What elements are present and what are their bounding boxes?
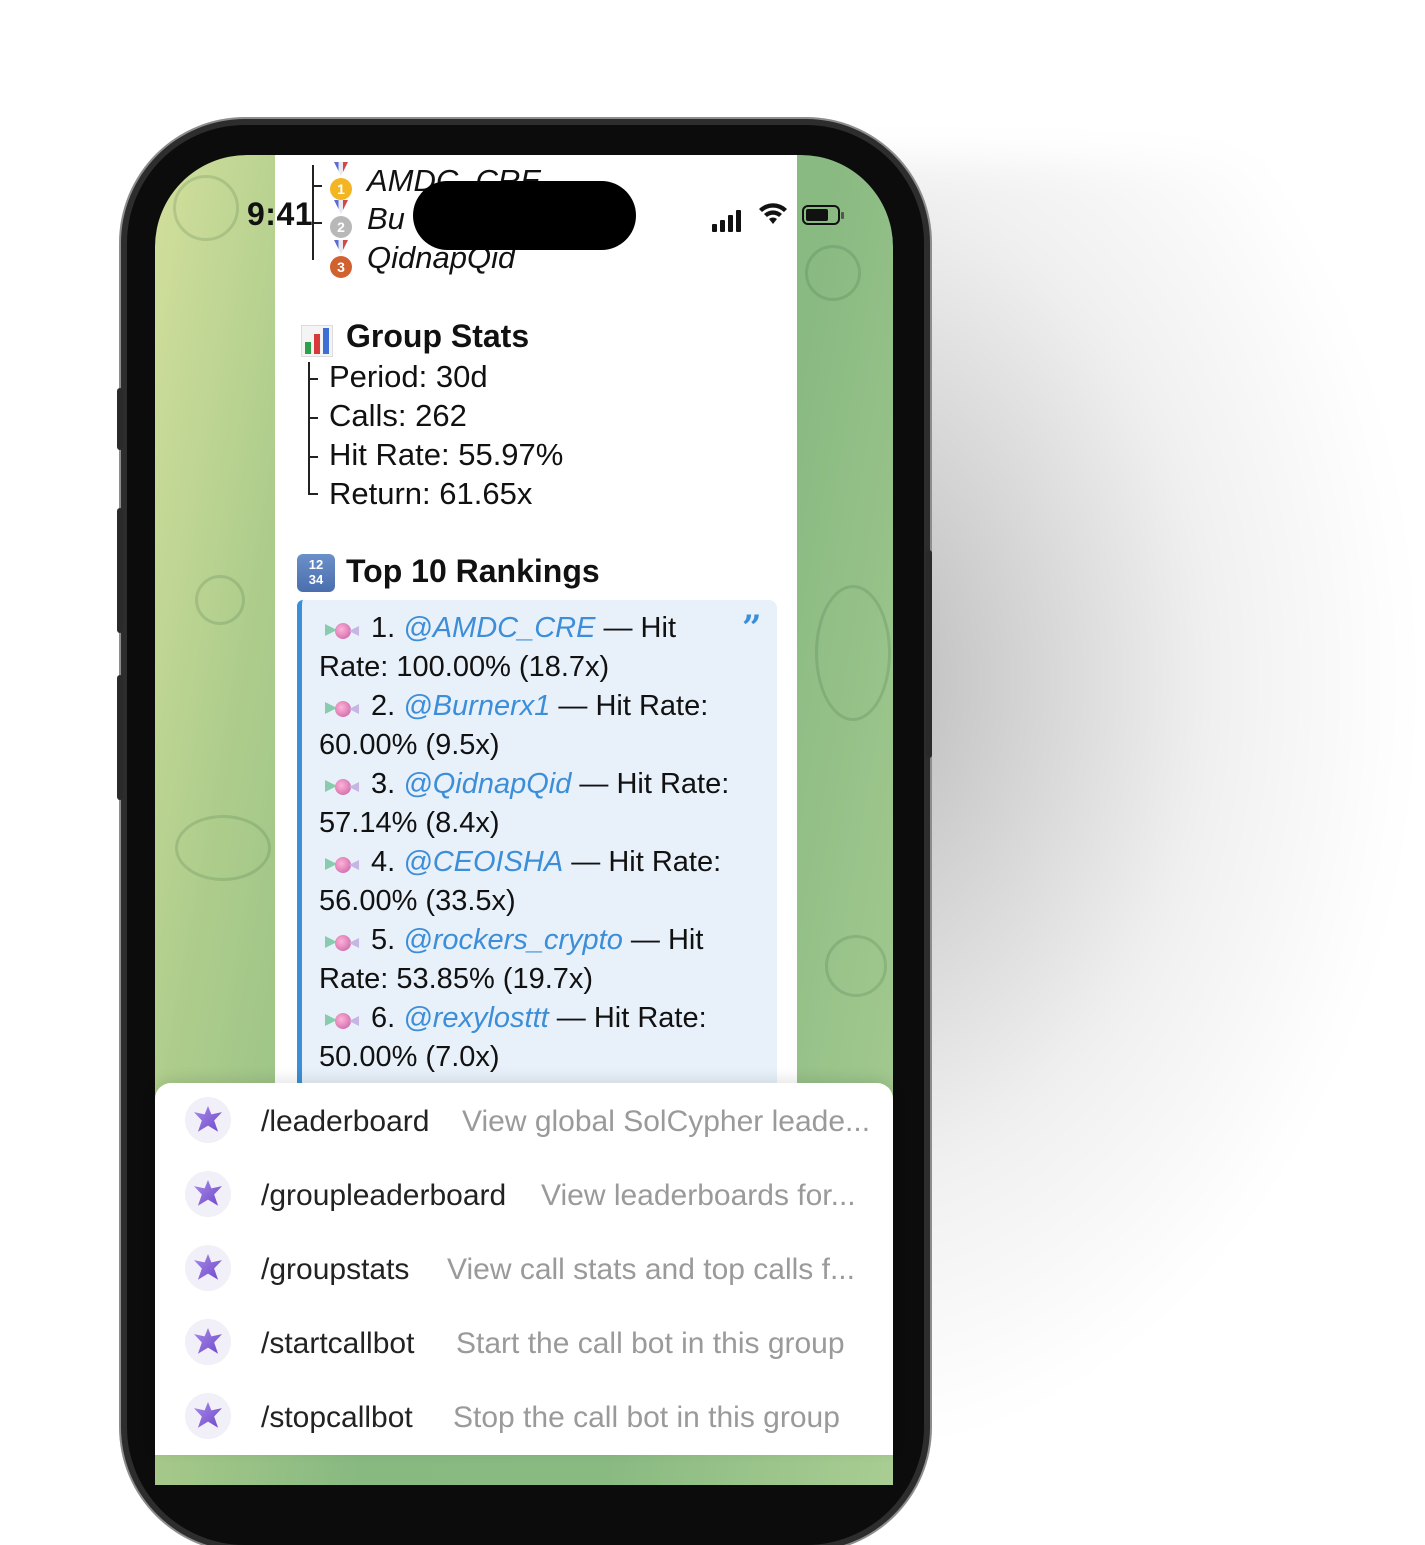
- user-mention-link[interactable]: @AMDC_CRE: [403, 612, 595, 644]
- tree-tick: [308, 456, 318, 458]
- ranking-item: 2. @Burnerx1 — Hit Rate:: [371, 690, 708, 723]
- candy-icon: [325, 620, 359, 642]
- user-mention-link[interactable]: @QidnapQid: [403, 768, 571, 800]
- command-name: /stopcallbot: [261, 1401, 413, 1434]
- ranking-label: — Hit Rate:: [563, 846, 722, 878]
- command-name: /startcallbot: [261, 1327, 415, 1360]
- candy-icon: [325, 932, 359, 954]
- ranking-value: 50.00% (7.0x): [319, 1041, 500, 1073]
- stat-line: Calls: 262: [329, 398, 467, 433]
- ranking-label: — Hit: [595, 612, 676, 644]
- command-name: /leaderboard: [261, 1105, 430, 1138]
- bot-avatar-icon: [185, 1097, 231, 1143]
- command-suggestions: /leaderboard View global SolCypher leade.…: [155, 1083, 893, 1455]
- user-mention-link[interactable]: @Burnerx1: [403, 690, 550, 722]
- command-suggestion-row[interactable]: /stopcallbot Stop the call bot in this gr…: [155, 1379, 893, 1453]
- stat-line: Return: 61.65x: [329, 476, 533, 511]
- tree-tick: [312, 185, 322, 187]
- ranking-number: 1.: [371, 612, 396, 644]
- background-doodle: [805, 245, 861, 301]
- volume-down-button: [117, 675, 123, 800]
- bot-avatar-icon: [185, 1319, 231, 1365]
- bar-chart-icon: [301, 325, 333, 357]
- background-doodle: [175, 815, 271, 881]
- candy-icon: [325, 698, 359, 720]
- tree-tick: [308, 493, 318, 495]
- rankings-title: Top 10 Rankings: [346, 553, 600, 589]
- ranking-item: 5. @rockers_crypto — Hit: [371, 924, 703, 957]
- ranking-label: — Hit Rate:: [548, 1002, 707, 1034]
- gold-medal-icon: 1: [330, 178, 352, 200]
- ranking-value: 57.14% (8.4x): [319, 807, 500, 839]
- command-description: View leaderboards for...: [541, 1179, 856, 1212]
- ranking-item: 3. @QidnapQid — Hit Rate:: [371, 768, 729, 801]
- command-description: Start the call bot in this group: [456, 1327, 845, 1360]
- ranking-item: 4. @CEOISHA — Hit Rate:: [371, 846, 721, 879]
- bronze-medal-icon: 3: [330, 256, 352, 278]
- silver-medal-icon: 2: [330, 216, 352, 238]
- ranking-label: — Hit Rate:: [550, 690, 709, 722]
- command-suggestion-row[interactable]: /groupstats View call stats and top calls…: [155, 1231, 893, 1305]
- background-doodle: [173, 175, 239, 241]
- bot-avatar-icon: [185, 1171, 231, 1217]
- ranking-number: 5.: [371, 924, 396, 956]
- stat-line: Hit Rate: 55.97%: [329, 437, 564, 472]
- group-stats-tree-line: [308, 362, 310, 494]
- power-button: [926, 550, 932, 758]
- background-doodle: [815, 585, 891, 721]
- ranking-number: 4.: [371, 846, 396, 878]
- top-call-name: Bu: [367, 201, 405, 236]
- command-suggestion-row[interactable]: /startcallbot Start the call bot in this …: [155, 1305, 893, 1379]
- command-suggestion-row[interactable]: /leaderboard View global SolCypher leade.…: [155, 1083, 893, 1157]
- ranking-value: 60.00% (9.5x): [319, 729, 500, 761]
- command-suggestion-row[interactable]: /groupleaderboard View leaderboards for..…: [155, 1157, 893, 1231]
- background-doodle: [195, 575, 245, 625]
- ranking-value: 56.00% (33.5x): [319, 885, 516, 917]
- candy-icon: [325, 776, 359, 798]
- command-name: /groupleaderboard: [261, 1179, 507, 1212]
- user-mention-link[interactable]: @rexylosttt: [403, 1002, 548, 1034]
- numbers-icon-bottom: 34: [308, 572, 324, 587]
- tree-tick: [308, 417, 318, 419]
- ranking-item: 1. @AMDC_CRE — Hit: [371, 612, 676, 645]
- ranking-number: 3.: [371, 768, 396, 800]
- quote-icon: ”: [742, 608, 762, 648]
- command-description: View global SolCypher leade...: [462, 1105, 871, 1138]
- command-description: View call stats and top calls f...: [447, 1253, 855, 1286]
- mute-switch: [117, 388, 123, 450]
- command-name: /groupstats: [261, 1253, 410, 1286]
- ranking-label: — Hit Rate:: [571, 768, 730, 800]
- tree-tick: [312, 222, 322, 224]
- ranking-number: 2.: [371, 690, 396, 722]
- ranking-label: — Hit: [622, 924, 704, 956]
- user-mention-link[interactable]: @rockers_crypto: [403, 924, 623, 956]
- user-mention-link[interactable]: @CEOISHA: [403, 846, 563, 878]
- group-stats-title: Group Stats: [346, 318, 530, 354]
- candy-icon: [325, 854, 359, 876]
- numbers-icon: 12 34: [297, 554, 335, 592]
- status-time: 9:41: [247, 196, 314, 232]
- volume-up-button: [117, 508, 123, 633]
- tree-tick: [308, 378, 318, 380]
- command-description: Stop the call bot in this group: [453, 1401, 840, 1434]
- numbers-icon-top: 12: [308, 557, 324, 572]
- ranking-value: Rate: 100.00% (18.7x): [319, 651, 610, 683]
- candy-icon: [325, 1010, 359, 1032]
- ranking-value: Rate: 53.85% (19.7x): [319, 963, 594, 995]
- bot-avatar-icon: [185, 1245, 231, 1291]
- ranking-item: 6. @rexylosttt — Hit Rate:: [371, 1002, 707, 1035]
- battery-icon: [802, 205, 844, 225]
- background-doodle: [825, 935, 887, 997]
- dynamic-island: [413, 181, 636, 250]
- stat-line: Period: 30d: [329, 359, 488, 394]
- status-icons: [712, 200, 852, 232]
- wifi-icon: [759, 203, 787, 224]
- bot-avatar-icon: [185, 1393, 231, 1439]
- ranking-number: 6.: [371, 1002, 396, 1034]
